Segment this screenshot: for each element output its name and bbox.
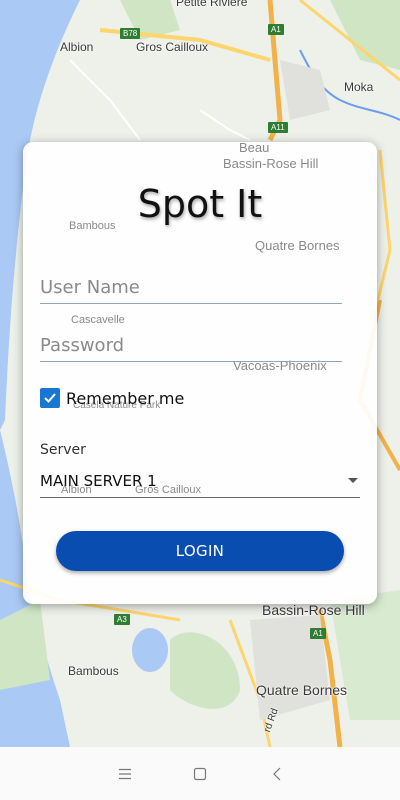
map-label-moka: Moka <box>344 80 374 94</box>
road-badge-a1: A1 <box>268 24 284 35</box>
map-label-bassin-rose-hill-bottom: Bassin-Rose Hill <box>262 602 365 618</box>
road-badge-a1-bottom: A1 <box>310 628 326 639</box>
map-label-gros-cailloux: Gros Cailloux <box>136 40 209 54</box>
system-nav-bar <box>0 747 400 800</box>
ghost-label-beau: Beau <box>239 140 270 155</box>
remember-me-label: Remember me <box>66 388 185 408</box>
back-button[interactable] <box>264 761 290 787</box>
username-field[interactable] <box>40 272 342 304</box>
ghost-label-bassin-rose-hill: Bassin-Rose Hill <box>223 156 319 171</box>
remember-me-checkbox[interactable] <box>40 388 60 408</box>
back-chevron-icon <box>273 767 281 781</box>
ghost-label-quatre-bornes: Quatre Bornes <box>255 238 340 253</box>
app-title: Spot It <box>137 182 263 226</box>
username-input[interactable] <box>40 272 342 302</box>
remember-me-row[interactable]: Remember me <box>40 386 184 410</box>
server-label: Server <box>40 442 86 458</box>
password-input[interactable] <box>40 330 342 360</box>
map-label-albion: Albion <box>60 40 94 54</box>
road-badge-b78: B78 <box>120 28 141 39</box>
road-badge-a11: A11 <box>268 122 288 133</box>
home-square-icon <box>193 767 207 781</box>
road-badge-a3: A3 <box>114 614 130 625</box>
map-label-bambous: Bambous <box>68 664 119 678</box>
dropdown-caret-icon <box>348 478 358 483</box>
ghost-label-cascavelle: Cascavelle <box>71 314 125 326</box>
server-select[interactable]: MAIN SERVER 1 <box>40 464 360 498</box>
map-label-quatre-bornes: Quatre Bornes <box>256 682 348 698</box>
home-button[interactable] <box>187 761 213 787</box>
login-card: Bambous Beau Bassin-Rose Hill Quatre Bor… <box>23 140 377 604</box>
menu-button[interactable] <box>112 761 138 787</box>
checkmark-icon <box>44 393 56 403</box>
server-selected-value: MAIN SERVER 1 <box>40 471 157 490</box>
login-button[interactable]: LOGIN <box>56 531 344 571</box>
password-field[interactable] <box>40 330 342 362</box>
map-label-petite-riviere: Petite Riviere <box>176 0 248 9</box>
menu-icon <box>119 768 131 780</box>
